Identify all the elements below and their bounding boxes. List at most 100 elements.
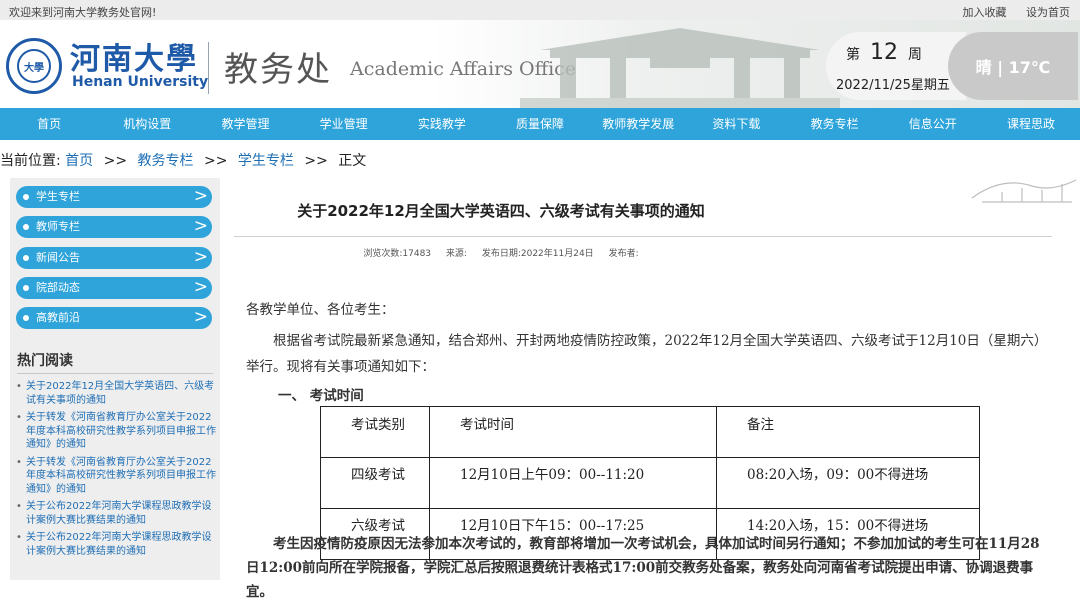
week-number: 12 xyxy=(870,40,898,65)
chevron-right-icon: > xyxy=(193,186,208,206)
bullet-dot-icon xyxy=(23,224,29,230)
bullet-dot-icon xyxy=(23,194,29,200)
bullet-icon: • xyxy=(16,501,22,512)
publisher: 发布者: xyxy=(608,249,639,259)
table-cell: 08:20入场，09：00不得进场 xyxy=(716,457,980,509)
add-favorite-link[interactable]: 加入收藏 xyxy=(963,6,1007,19)
bullet-icon: • xyxy=(16,381,22,392)
decorative-pavilion-art xyxy=(971,179,1077,203)
chevron-right-icon: > xyxy=(193,247,208,267)
nav-item-academic-management[interactable]: 学业管理 xyxy=(295,108,393,140)
hot-reading-item[interactable]: • 关于公布2022年河南大学课程思政教学设计案例大赛比赛结果的通知 xyxy=(16,531,218,558)
title-divider xyxy=(234,236,1052,237)
bullet-icon: • xyxy=(16,412,22,423)
department-name-cn: 教务处 xyxy=(224,50,332,90)
article-paragraph: 考生因疫情防疫原因无法参加本次考试的，教育部将增加一次考试机会，具体加试时间另行… xyxy=(246,536,1040,600)
welcome-text: 欢迎来到河南大学教务处官网! xyxy=(9,6,157,19)
sidebar-item-teacher-column[interactable]: 教师专栏 > xyxy=(16,216,212,238)
top-bar: 欢迎来到河南大学教务处官网! 加入收藏 设为首页 xyxy=(0,0,1080,20)
hot-reading-item[interactable]: • 关于公布2022年河南大学课程思政教学设计案例大赛比赛结果的通知 xyxy=(16,500,218,527)
hot-reading-item-text: 关于2022年12月全国大学英语四、六级考试有关事项的通知 xyxy=(26,381,215,406)
table-cell: 四级考试 xyxy=(320,457,430,509)
hot-reading-item[interactable]: • 关于转发《河南省教育厅办公室关于2022年度本科高校研究性教学系列项目申报工作… xyxy=(16,456,218,497)
article-meta: 浏览次数:17483 来源: 发布日期:2022年11月24日 发布者: xyxy=(222,246,780,259)
sidebar: 学生专栏 > 教师专栏 > 新闻公告 > 院部动态 > 高教前沿 > 热门阅读 … xyxy=(10,178,220,580)
week-date-box: 第 12 周 2022/11/25星期五 xyxy=(826,32,966,100)
article-title: 关于2022年12月全国大学英语四、六级考试有关事项的通知 xyxy=(297,202,705,220)
table-cell: 12月10日上午09：00--11:20 xyxy=(429,457,717,509)
campus-gate-illustration xyxy=(520,28,840,108)
section-heading: 一、 考试时间 xyxy=(278,388,364,404)
breadcrumb: 当前位置: 首页 >> 教务专栏 >> 学生专栏 >> 正文 xyxy=(0,150,1080,172)
table-header-cell: 备注 xyxy=(716,406,980,458)
table-header-cell: 考试类别 xyxy=(320,406,430,458)
sidebar-item-label: 高教前沿 xyxy=(36,311,80,324)
hot-reading-item-text: 关于公布2022年河南大学课程思政教学设计案例大赛比赛结果的通知 xyxy=(26,532,212,557)
breadcrumb-prefix: 当前位置: xyxy=(0,153,61,169)
chevron-right-icon: > xyxy=(193,277,208,297)
hot-reading-item-text: 关于转发《河南省教育厅办公室关于2022年度本科高校研究性教学系列项目申报工作通… xyxy=(26,412,216,450)
hot-reading-item[interactable]: • 关于2022年12月全国大学英语四、六级考试有关事项的通知 xyxy=(16,380,218,407)
university-name-cn: 河南大學 xyxy=(70,42,198,77)
week-suffix: 周 xyxy=(908,47,922,63)
nav-item-faculty-development[interactable]: 教师教学发展 xyxy=(589,108,687,140)
breadcrumb-separator: >> xyxy=(103,153,128,169)
hot-reading-list: • 关于2022年12月全国大学英语四、六级考试有关事项的通知 • 关于转发《河南省… xyxy=(16,380,218,562)
nav-item-info-disclosure[interactable]: 信息公开 xyxy=(884,108,982,140)
breadcrumb-separator: >> xyxy=(304,153,328,169)
bullet-dot-icon xyxy=(23,285,29,291)
university-name-en: Henan University xyxy=(72,74,209,90)
university-seal-logo[interactable]: 大學 xyxy=(6,38,62,94)
chevron-right-icon: > xyxy=(193,216,208,236)
nav-item-academic-column[interactable]: 教务专栏 xyxy=(786,108,884,140)
nav-item-organization[interactable]: 机构设置 xyxy=(98,108,196,140)
nav-item-home[interactable]: 首页 xyxy=(0,108,98,140)
bullet-dot-icon xyxy=(23,255,29,261)
sidebar-item-higher-ed-frontier[interactable]: 高教前沿 > xyxy=(16,307,212,329)
chevron-right-icon: > xyxy=(193,307,208,327)
current-date: 2022/11/25星期五 xyxy=(836,78,950,93)
article-greeting: 各教学单位、各位考生： xyxy=(246,302,395,318)
nav-item-downloads[interactable]: 资料下载 xyxy=(687,108,785,140)
hot-reading-item-text: 关于转发《河南省教育厅办公室关于2022年度本科高校研究性教学系列项目申报工作通… xyxy=(26,456,216,495)
week-indicator: 第 12 周 xyxy=(846,40,922,65)
breadcrumb-student-column[interactable]: 学生专栏 xyxy=(238,153,294,169)
main-nav: 首页 机构设置 教学管理 学业管理 实践教学 质量保障 教师教学发展 资料下载 … xyxy=(0,108,1080,140)
hot-reading-item[interactable]: • 关于转发《河南省教育厅办公室关于2022年度本科高校研究性教学系列项目申报工作… xyxy=(16,411,218,452)
set-homepage-link[interactable]: 设为首页 xyxy=(1026,6,1070,19)
breadcrumb-current: 正文 xyxy=(338,153,367,169)
view-count: 浏览次数:17483 xyxy=(363,249,432,259)
nav-item-course-ideology[interactable]: 课程思政 xyxy=(982,108,1080,140)
breadcrumb-home[interactable]: 首页 xyxy=(65,153,93,169)
sidebar-item-label: 学生专栏 xyxy=(36,190,80,203)
sidebar-item-label: 新闻公告 xyxy=(36,251,80,264)
bullet-icon: • xyxy=(16,532,22,543)
breadcrumb-academic-column[interactable]: 教务专栏 xyxy=(138,153,194,169)
table-header-row: 考试类别 考试时间 备注 xyxy=(320,406,980,458)
nav-item-quality-assurance[interactable]: 质量保障 xyxy=(491,108,589,140)
sidebar-item-news[interactable]: 新闻公告 > xyxy=(16,247,212,269)
top-links: 加入收藏 设为首页 xyxy=(947,4,1071,20)
table-row: 四级考试 12月10日上午09：00--11:20 08:20入场，09：00不… xyxy=(320,457,980,509)
sidebar-item-label: 教师专栏 xyxy=(36,220,80,233)
sidebar-item-label: 院部动态 xyxy=(36,281,80,294)
hot-reading-item-text: 关于公布2022年河南大学课程思政教学设计案例大赛比赛结果的通知 xyxy=(26,501,212,526)
sidebar-item-department-news[interactable]: 院部动态 > xyxy=(16,277,212,299)
breadcrumb-separator: >> xyxy=(204,153,228,169)
bullet-dot-icon xyxy=(23,315,29,321)
header-divider xyxy=(208,42,209,94)
bullet-icon: • xyxy=(16,456,22,468)
article-paragraph: 根据省考试院最新紧急通知，结合郑州、开封两地疫情防控政策，2022年12月全国大… xyxy=(246,333,1048,375)
nav-item-teaching-management[interactable]: 教学管理 xyxy=(196,108,294,140)
hot-reading-title: 热门阅读 xyxy=(17,353,73,369)
weather-badge: 晴 | 17℃ xyxy=(948,32,1078,100)
article-area: 关于2022年12月全国大学英语四、六级考试有关事项的通知 浏览次数:17483… xyxy=(222,172,1080,608)
week-prefix: 第 xyxy=(846,47,860,63)
hot-reading-divider xyxy=(17,373,213,374)
nav-item-practice-teaching[interactable]: 实践教学 xyxy=(393,108,491,140)
site-header: 大學 河南大學 Henan University 教务处 Academic Af… xyxy=(0,20,1080,108)
publish-date: 发布日期:2022年11月24日 xyxy=(481,249,594,259)
table-header-cell: 考试时间 xyxy=(429,406,717,458)
article-source: 来源: xyxy=(445,249,467,259)
sidebar-item-student-column[interactable]: 学生专栏 > xyxy=(16,186,212,208)
